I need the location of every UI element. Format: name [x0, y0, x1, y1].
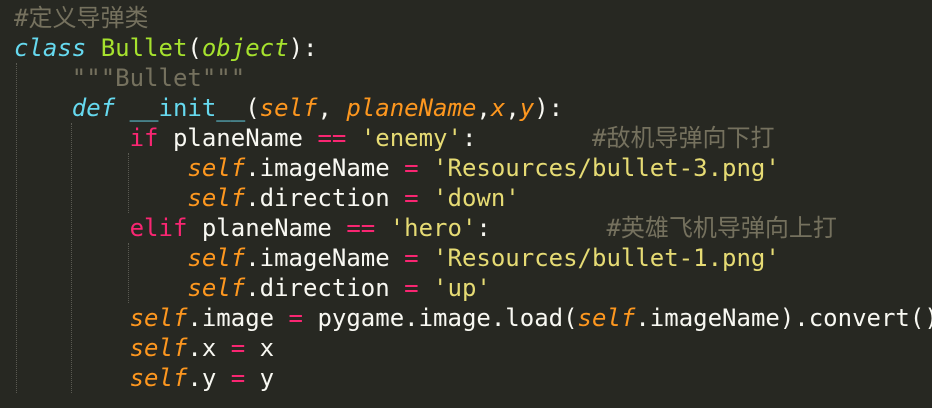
- code-token-plain: ):: [534, 94, 564, 122]
- code-token-param: self: [187, 184, 246, 212]
- code-token-comment: """Bullet""": [71, 64, 246, 92]
- code-token-plain: ,: [317, 94, 347, 122]
- code-token-plain: pygame.image.load(: [303, 304, 578, 332]
- code-token-param: self: [129, 334, 188, 362]
- code-token-param: x: [490, 94, 506, 122]
- code-token-class-name: object: [201, 34, 289, 62]
- code-token-plain: planeName: [187, 214, 347, 242]
- code-line[interactable]: #定义导弹类: [14, 3, 148, 33]
- code-token-keyword: elif: [129, 214, 188, 242]
- code-token-plain: .imageName: [245, 154, 405, 182]
- code-token-param: self: [577, 304, 636, 332]
- code-token-keyword: =: [230, 364, 246, 392]
- code-token-plain: :: [461, 124, 593, 152]
- code-token-comment: #英雄飞机导弹向上打: [606, 214, 837, 242]
- code-token-param: self: [129, 364, 188, 392]
- code-token-class-name: Bullet: [100, 34, 188, 62]
- code-token-keyword: ==: [346, 214, 376, 242]
- code-token-plain: y: [245, 364, 275, 392]
- code-line[interactable]: elif planeName == 'hero': #英雄飞机导弹向上打: [14, 213, 837, 243]
- code-token-keyword: =: [404, 154, 419, 182]
- code-token-plain: .direction: [245, 184, 405, 212]
- code-token-plain: .image: [187, 304, 289, 332]
- code-line[interactable]: self.direction = 'up': [14, 273, 491, 303]
- code-token-param: self: [187, 274, 246, 302]
- code-editor[interactable]: #定义导弹类 class Bullet(object): """Bullet"""…: [0, 0, 932, 408]
- code-line[interactable]: self.y = y: [14, 363, 275, 393]
- code-line[interactable]: self.direction = 'down': [14, 183, 520, 213]
- code-token-param: self: [187, 244, 246, 272]
- code-token-plain: x: [245, 334, 275, 362]
- code-token-storage: class: [14, 34, 87, 62]
- code-token-plain: .x: [187, 334, 231, 362]
- code-token-string: 'Resources/bullet-3.png': [433, 154, 780, 182]
- code-line[interactable]: if planeName == 'enemy': #敌机导弹向下打: [14, 123, 775, 153]
- code-token-keyword: ==: [317, 124, 347, 152]
- code-token-string: 'Resources/bullet-1.png': [433, 244, 780, 272]
- code-token-storage: def: [71, 94, 116, 122]
- code-token-keyword: =: [404, 184, 419, 212]
- code-token-plain: .direction: [245, 274, 405, 302]
- code-token-keyword: if: [129, 124, 159, 152]
- code-token-string: 'up': [433, 274, 491, 302]
- code-token-plain: .y: [187, 364, 231, 392]
- code-token-keyword: =: [288, 304, 303, 332]
- code-token-keyword: =: [404, 274, 419, 302]
- code-token-plain: ):: [288, 34, 318, 62]
- code-token-param: self: [259, 94, 318, 122]
- code-token-plain: .imageName: [245, 244, 405, 272]
- code-token-plain: ,: [505, 94, 520, 122]
- code-token-plain: (: [245, 94, 260, 122]
- code-token-plain: .imageName).convert(): [635, 304, 932, 332]
- code-token-string: 'down': [433, 184, 520, 212]
- code-token-comment: #定义导弹类: [14, 4, 149, 32]
- code-token-comment: #敌机导弹向下打: [592, 124, 775, 152]
- code-token-plain: ,: [476, 94, 491, 122]
- code-line[interactable]: def __init__(self, planeName,x,y):: [14, 93, 563, 123]
- code-token-plain: (: [187, 34, 202, 62]
- code-line[interactable]: self.x = x: [14, 333, 275, 363]
- code-token-param: planeName: [346, 94, 477, 122]
- code-token-storage: __init__: [129, 94, 246, 122]
- code-line[interactable]: self.imageName = 'Resources/bullet-1.png…: [14, 243, 780, 273]
- code-line[interactable]: class Bullet(object):: [14, 33, 317, 63]
- code-line[interactable]: self.imageName = 'Resources/bullet-3.png…: [14, 153, 780, 183]
- code-line[interactable]: self.image = pygame.image.load(self.imag…: [14, 303, 932, 333]
- code-token-plain: :: [476, 214, 607, 242]
- code-token-param: y: [519, 94, 535, 122]
- code-token-param: self: [187, 154, 246, 182]
- code-token-string: 'hero': [389, 214, 477, 242]
- code-token-string: 'enemy': [360, 124, 462, 152]
- code-token-plain: planeName: [158, 124, 318, 152]
- code-token-param: self: [129, 304, 188, 332]
- code-line[interactable]: """Bullet""": [14, 63, 245, 93]
- code-token-keyword: =: [230, 334, 246, 362]
- code-token-keyword: =: [404, 244, 419, 272]
